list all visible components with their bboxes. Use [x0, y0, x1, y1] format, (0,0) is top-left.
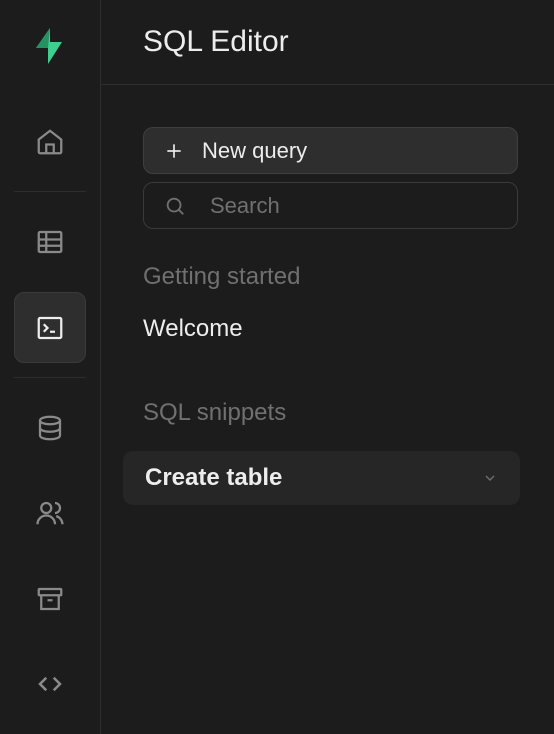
- code-icon: [35, 669, 65, 699]
- snippet-label: Create table: [145, 464, 282, 492]
- archive-icon: [35, 584, 65, 614]
- nav-item-auth[interactable]: [14, 478, 86, 549]
- new-query-button[interactable]: New query: [143, 127, 518, 174]
- search-icon: [164, 195, 186, 217]
- terminal-icon: [35, 313, 65, 343]
- page-title: SQL Editor: [143, 25, 289, 59]
- users-icon: [35, 498, 65, 528]
- nav-item-home[interactable]: [14, 106, 86, 177]
- section-snippets: SQL snippets: [143, 399, 518, 427]
- nav-item-tables[interactable]: [14, 206, 86, 277]
- chevron-down-icon: [482, 470, 498, 486]
- nav-item-database[interactable]: [14, 392, 86, 463]
- main-panel: SQL Editor New query Getting started Wel…: [101, 0, 554, 734]
- app-logo[interactable]: [28, 24, 72, 68]
- nav-divider: [14, 377, 86, 378]
- welcome-item[interactable]: Welcome: [143, 315, 518, 343]
- nav-item-storage[interactable]: [14, 563, 86, 634]
- header: SQL Editor: [101, 0, 554, 85]
- nav-item-functions[interactable]: [14, 649, 86, 720]
- home-icon: [35, 127, 65, 157]
- plus-icon: [164, 141, 184, 161]
- nav-item-sql-editor[interactable]: [14, 292, 86, 363]
- table-icon: [35, 227, 65, 257]
- search-box[interactable]: [143, 182, 518, 229]
- nav-rail: [0, 0, 101, 734]
- nav-divider: [14, 191, 86, 192]
- snippet-create-table[interactable]: Create table: [123, 451, 520, 505]
- database-icon: [35, 413, 65, 443]
- search-input[interactable]: [210, 193, 517, 219]
- content: New query Getting started Welcome SQL sn…: [101, 85, 554, 505]
- section-getting-started: Getting started: [143, 263, 518, 291]
- new-query-label: New query: [202, 138, 307, 164]
